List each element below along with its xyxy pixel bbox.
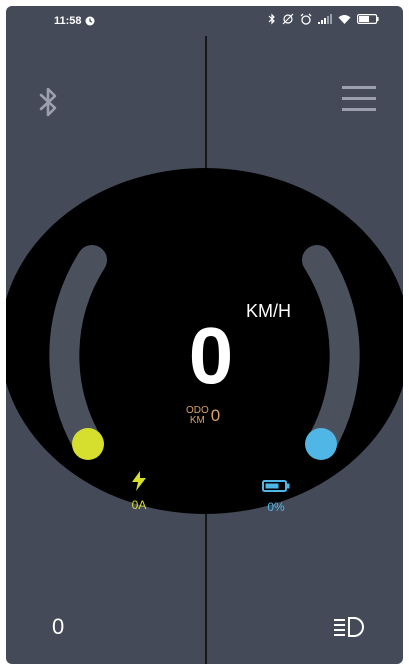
lightning-icon	[132, 471, 146, 491]
current-value: 0A	[131, 498, 147, 512]
battery-icon	[262, 480, 290, 492]
left-arc-track	[49, 245, 107, 459]
bottom-left-value: 0	[52, 614, 65, 639]
right-arc-track	[302, 245, 360, 459]
odometer-label: ODO KM	[186, 406, 209, 426]
headlight-icon[interactable]	[332, 615, 368, 639]
speed-value: 0	[188, 311, 234, 400]
left-indicator-dot	[72, 428, 104, 460]
current-indicator: 0A	[124, 471, 154, 512]
odometer: ODO KM 0	[186, 406, 220, 426]
battery-value: 0%	[267, 500, 285, 514]
app-screen: 11:58 KM/H 0 ODO KM 0 0A 0% 0	[6, 6, 403, 664]
battery-indicator: 0%	[260, 479, 292, 514]
right-indicator-dot	[305, 428, 337, 460]
odometer-value: 0	[210, 406, 221, 425]
odometer-label-bottom: KM	[189, 415, 205, 426]
speed-unit: KM/H	[246, 301, 291, 321]
